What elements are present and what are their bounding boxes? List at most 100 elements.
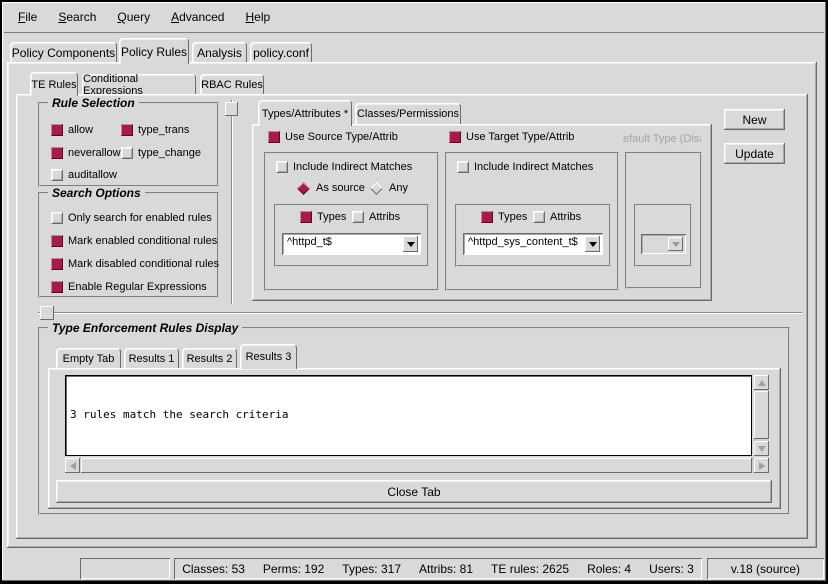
tab-policy-rules[interactable]: Policy Rules: [119, 38, 189, 64]
target-type-combobox[interactable]: ^httpd_sys_content_t$: [463, 233, 603, 255]
tab-label: Policy Rules: [121, 45, 187, 59]
search-options-title: Search Options: [48, 186, 145, 200]
close-tab-button[interactable]: Close Tab: [56, 480, 772, 503]
checkbox-indicator: [51, 212, 63, 224]
tab-te-rules[interactable]: TE Rules: [30, 72, 78, 96]
source-type-combobox[interactable]: ^httpd_t$: [282, 233, 421, 255]
checkbox-indicator: [300, 211, 312, 223]
tab-policy-conf[interactable]: policy.conf: [250, 42, 312, 63]
scroll-up-button[interactable]: [754, 375, 769, 390]
tab-label: Classes/Permissions: [357, 108, 459, 120]
results-textarea[interactable]: 3 rules match the search criteria (5822)…: [65, 375, 752, 456]
checkbox-label: allow: [68, 124, 93, 136]
tab-conditional-expressions[interactable]: Conditional Expressions: [82, 74, 196, 95]
default-type-label: efault Type (Disa: [623, 133, 701, 145]
radio-label: Any: [389, 182, 408, 194]
new-button[interactable]: New: [724, 109, 785, 130]
tab-policy-components[interactable]: Policy Components: [10, 42, 117, 63]
radio-indicator: [370, 182, 383, 195]
arrow-up-icon: [758, 380, 766, 386]
scroll-right-button[interactable]: [754, 458, 769, 473]
checkbox-label: Mark enabled conditional rules: [68, 235, 217, 247]
checkbox-target-types[interactable]: Types: [481, 211, 527, 223]
menu-file[interactable]: File: [14, 8, 41, 26]
checkbox-target-indirect[interactable]: Include Indirect Matches: [457, 161, 593, 173]
tab-rbac-rules[interactable]: RBAC Rules: [200, 74, 264, 95]
checkbox-indicator: [121, 124, 133, 136]
tab-results-3[interactable]: Results 3: [240, 344, 297, 369]
checkbox-type-change[interactable]: type_change: [121, 147, 201, 159]
radio-as-source[interactable]: As source: [296, 182, 365, 194]
tab-label: Policy Components: [12, 46, 115, 60]
horizontal-sash-handle[interactable]: [40, 306, 54, 320]
target-frame: Include Indirect Matches Types Attribs ^…: [445, 152, 619, 291]
checkbox-indicator: [268, 131, 280, 143]
chevron-down-icon: [407, 242, 415, 247]
checkbox-indicator: [449, 131, 461, 143]
tab-label: Empty Tab: [63, 353, 115, 365]
status-te-rules: TE rules: 2625: [491, 562, 569, 576]
vertical-sash-handle[interactable]: [225, 102, 238, 116]
checkbox-source-indirect[interactable]: Include Indirect Matches: [276, 161, 412, 173]
checkbox-allow[interactable]: allow: [51, 124, 93, 136]
checkbox-label: type_trans: [138, 124, 189, 136]
status-roles: Roles: 4: [587, 562, 631, 576]
update-button[interactable]: Update: [724, 143, 785, 164]
scroll-left-button[interactable]: [65, 458, 80, 473]
tab-results-2[interactable]: Results 2: [182, 348, 237, 368]
tab-results-1[interactable]: Results 1: [124, 348, 179, 368]
button-label: Update: [735, 147, 774, 161]
checkbox-source-types[interactable]: Types: [300, 211, 346, 223]
checkbox-indicator: [533, 211, 545, 223]
tab-types-attributes[interactable]: Types/Attributes *: [258, 100, 352, 126]
vertical-scrollbar-thumb[interactable]: [754, 391, 769, 439]
checkbox-label: neverallow: [68, 147, 121, 159]
checkbox-label: Attribs: [369, 211, 400, 223]
tab-empty-tab[interactable]: Empty Tab: [56, 348, 121, 368]
checkbox-use-target-type[interactable]: Use Target Type/Attrib: [449, 131, 574, 143]
radio-any[interactable]: Any: [369, 182, 408, 194]
menu-query[interactable]: Query: [113, 8, 154, 26]
horizontal-scrollbar-thumb[interactable]: [81, 458, 752, 473]
tab-classes-permissions[interactable]: Classes/Permissions: [355, 103, 461, 124]
checkbox-source-attribs[interactable]: Attribs: [352, 211, 400, 223]
scroll-down-button[interactable]: [754, 441, 769, 456]
rule-selection-title: Rule Selection: [48, 96, 139, 110]
checkbox-auditallow[interactable]: auditallow: [51, 169, 117, 181]
tab-label: Analysis: [197, 46, 242, 60]
horizontal-scrollbar[interactable]: [65, 458, 769, 473]
menu-advanced[interactable]: Advanced: [167, 8, 228, 26]
checkbox-indicator: [51, 124, 63, 136]
app-window: File Search Query Advanced Help Policy C…: [0, 0, 828, 584]
checkbox-enable-regex[interactable]: Enable Regular Expressions: [51, 281, 207, 293]
checkbox-mark-disabled-conditional[interactable]: Mark disabled conditional rules: [51, 258, 219, 270]
button-label: New: [742, 113, 766, 127]
checkbox-indicator: [276, 161, 288, 173]
status-version-box: v.18 (source): [707, 558, 824, 579]
checkbox-label: Types: [317, 211, 346, 223]
types-attributes-panel: Use Source Type/Attrib Include Indirect …: [252, 124, 712, 301]
default-type-inner-frame: [634, 204, 692, 267]
checkbox-neverallow[interactable]: neverallow: [51, 147, 121, 159]
tab-label: RBAC Rules: [201, 79, 263, 91]
combobox-dropdown-button: [668, 237, 683, 251]
tab-analysis[interactable]: Analysis: [192, 42, 247, 63]
combobox-value: ^httpd_t$: [287, 236, 401, 248]
combobox-dropdown-button[interactable]: [585, 236, 600, 252]
menu-search[interactable]: Search: [54, 8, 100, 26]
checkbox-type-trans[interactable]: type_trans: [121, 124, 189, 136]
radio-indicator: [297, 182, 310, 195]
checkbox-indicator: [457, 161, 469, 173]
results-summary: 3 rules match the search criteria: [70, 408, 749, 422]
checkbox-use-source-type[interactable]: Use Source Type/Attrib: [268, 131, 398, 143]
vertical-scrollbar[interactable]: [754, 375, 769, 456]
target-types-frame: Types Attribs ^httpd_sys_content_t$: [455, 204, 611, 267]
combobox-dropdown-button[interactable]: [403, 236, 418, 252]
source-frame: Include Indirect Matches As source Any T…: [264, 152, 439, 291]
tab-label: Results 1: [129, 353, 175, 365]
menu-help[interactable]: Help: [241, 8, 274, 26]
checkbox-only-enabled-rules[interactable]: Only search for enabled rules: [51, 212, 212, 224]
te-rules-display-title: Type Enforcement Rules Display: [48, 321, 242, 335]
checkbox-target-attribs[interactable]: Attribs: [533, 211, 581, 223]
checkbox-mark-enabled-conditional[interactable]: Mark enabled conditional rules: [51, 235, 217, 247]
